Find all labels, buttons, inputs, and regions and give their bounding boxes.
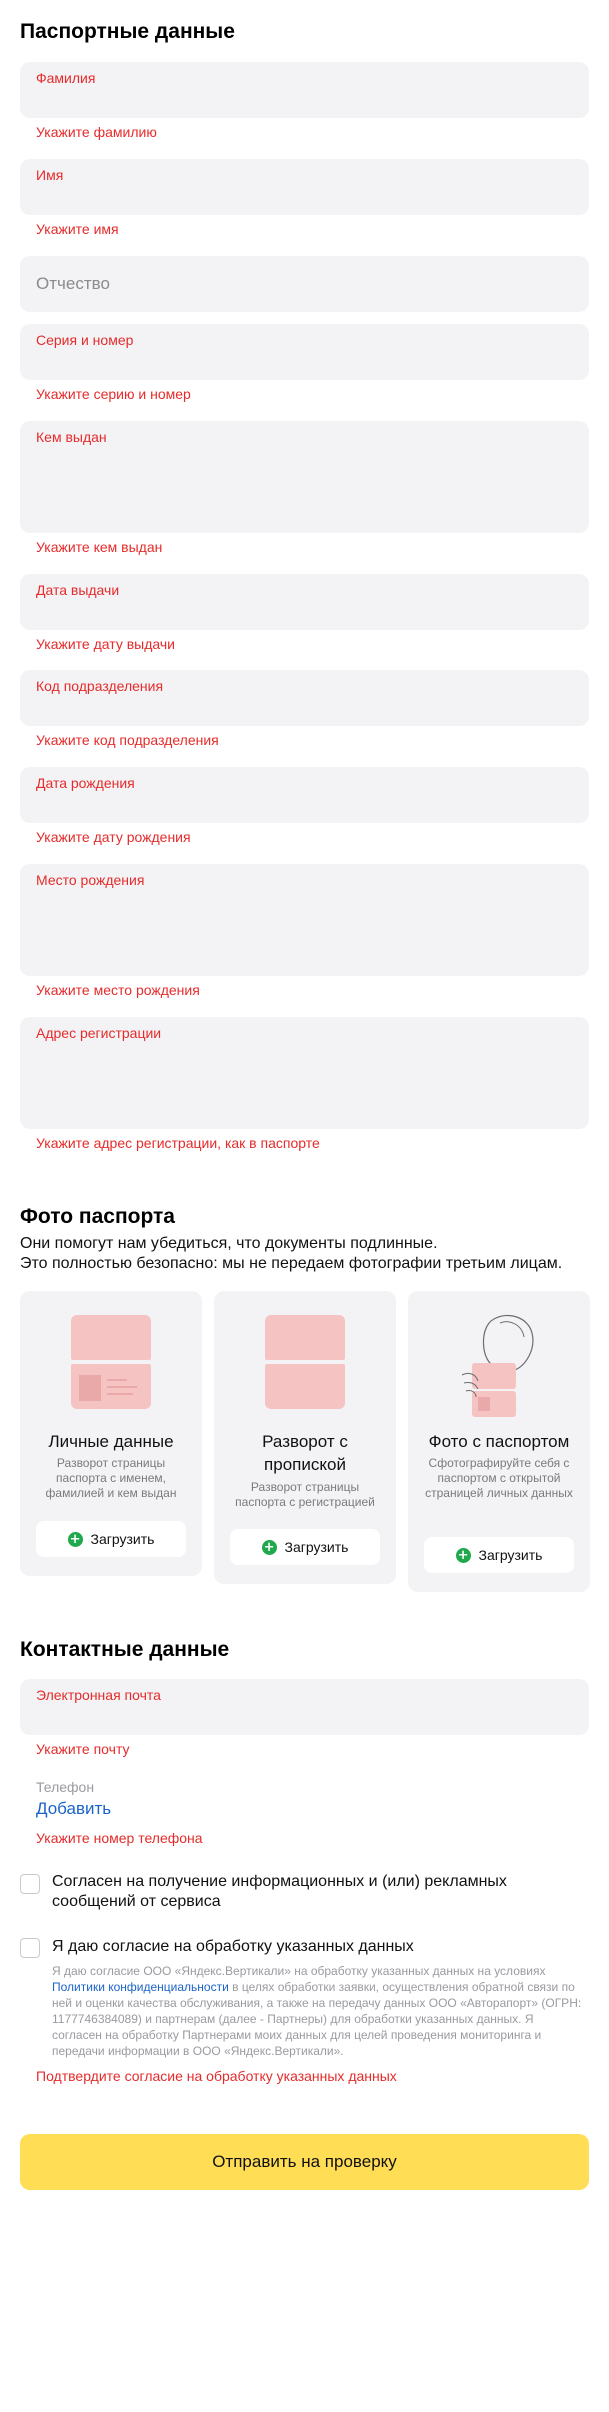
reg-address-label: Адрес регистрации	[36, 1025, 162, 1041]
surname-error: Укажите фамилию	[36, 124, 157, 140]
patronymic-placeholder: Отчество	[36, 274, 110, 293]
photo-card-registration-title-1: Разворот с	[262, 1432, 348, 1451]
upload-label: Загрузить	[90, 1531, 155, 1547]
plus-icon: +	[67, 1531, 83, 1547]
upload-label: Загрузить	[284, 1539, 349, 1555]
add-phone-link[interactable]: Добавить	[36, 1799, 111, 1819]
issued-by-field[interactable]: Кем выдан	[20, 421, 589, 533]
contacts-section-title: Контактные данные	[20, 1638, 230, 1661]
reg-address-field[interactable]: Адрес регистрации	[20, 1017, 589, 1129]
birth-date-label: Дата рождения	[36, 775, 135, 791]
consent-data-error: Подтвердите согласие на обработку указан…	[36, 2068, 397, 2084]
phone-label: Телефон	[36, 1779, 95, 1795]
upload-label: Загрузить	[478, 1547, 543, 1563]
consent-ads-checkbox[interactable]	[20, 1874, 40, 1894]
consent-data-checkbox[interactable]	[20, 1938, 40, 1958]
consent-ads-label: Согласен на получение информационных и (…	[52, 1873, 507, 1910]
plus-icon: +	[455, 1547, 471, 1563]
photo-card-selfie: Фото с паспортом Сфотографируйте себя с …	[408, 1291, 590, 1592]
upload-personal-button[interactable]: + Загрузить	[36, 1521, 186, 1557]
upload-selfie-button[interactable]: + Загрузить	[424, 1537, 574, 1573]
photo-card-personal: Личные данные Разворот страницы паспорта…	[20, 1291, 202, 1576]
issue-date-field[interactable]: Дата выдачи	[20, 574, 589, 630]
photo-card-personal-title: Личные данные	[48, 1432, 174, 1451]
birth-date-error: Укажите дату рождения	[36, 829, 191, 845]
surname-label: Фамилия	[36, 70, 96, 86]
phone-error: Укажите номер телефона	[36, 1830, 203, 1846]
issued-by-label: Кем выдан	[36, 429, 107, 445]
legal-text: Я даю согласие ООО «Яндекс.Вертикали» на…	[52, 1963, 582, 2059]
photos-subtitle-2: Это полностью безопасно: мы не передаем …	[20, 1255, 563, 1272]
photos-section-title: Фото паспорта	[20, 1205, 175, 1228]
consent-data-label: Я даю согласие на обработку указанных да…	[52, 1938, 414, 1955]
submit-button[interactable]: Отправить на проверку	[20, 2134, 589, 2190]
email-field[interactable]: Электронная почта	[20, 1679, 589, 1735]
passport-series-label: Серия и номер	[36, 332, 134, 348]
surname-field[interactable]: Фамилия	[20, 62, 589, 118]
photo-card-selfie-title: Фото с паспортом	[428, 1432, 570, 1451]
email-error: Укажите почту	[36, 1741, 130, 1757]
name-error: Укажите имя	[36, 221, 119, 237]
patronymic-field[interactable]: Отчество	[20, 256, 589, 312]
birth-date-field[interactable]: Дата рождения	[20, 767, 589, 823]
upload-registration-button[interactable]: + Загрузить	[230, 1529, 380, 1565]
passport-series-field[interactable]: Серия и номер	[20, 324, 589, 380]
legal-text-part-1: Я даю согласие ООО «Яндекс.Вертикали» на…	[52, 1964, 546, 1978]
division-code-label: Код подразделения	[36, 678, 164, 694]
photo-card-registration-title-2: пропиской	[264, 1455, 346, 1474]
birth-place-label: Место рождения	[36, 872, 145, 888]
name-label: Имя	[36, 167, 64, 183]
email-label: Электронная почта	[36, 1687, 161, 1703]
privacy-policy-link[interactable]: Политики конфиденциальности	[52, 1980, 229, 1994]
reg-address-error: Укажите адрес регистрации, как в паспорт…	[36, 1135, 320, 1151]
photo-card-registration: Разворот с пропиской Разворот страницы п…	[214, 1291, 396, 1584]
photo-card-personal-desc: Разворот страницы паспорта с именем, фам…	[45, 1456, 177, 1500]
issued-by-error: Укажите кем выдан	[36, 539, 163, 555]
passport-section-title: Паспортные данные	[20, 20, 235, 43]
plus-icon: +	[261, 1539, 277, 1555]
photo-card-registration-desc: Разворот страницы паспорта с регистрацие…	[235, 1480, 375, 1509]
photo-card-selfie-desc: Сфотографируйте себя с паспортом с откры…	[425, 1456, 573, 1500]
name-field[interactable]: Имя	[20, 159, 589, 215]
selfie-passport-icon	[448, 1311, 548, 1421]
passport-series-error: Укажите серию и номер	[36, 386, 191, 402]
birth-place-error: Укажите место рождения	[36, 982, 200, 998]
division-code-field[interactable]: Код подразделения	[20, 670, 589, 726]
passport-personal-icon	[71, 1315, 151, 1409]
division-code-error: Укажите код подразделения	[36, 732, 219, 748]
passport-registration-icon	[265, 1315, 345, 1409]
issue-date-error: Укажите дату выдачи	[36, 636, 175, 652]
birth-place-field[interactable]: Место рождения	[20, 864, 589, 976]
photos-subtitle-1: Они помогут нам убедиться, что документы…	[20, 1235, 438, 1252]
issue-date-label: Дата выдачи	[36, 582, 120, 598]
